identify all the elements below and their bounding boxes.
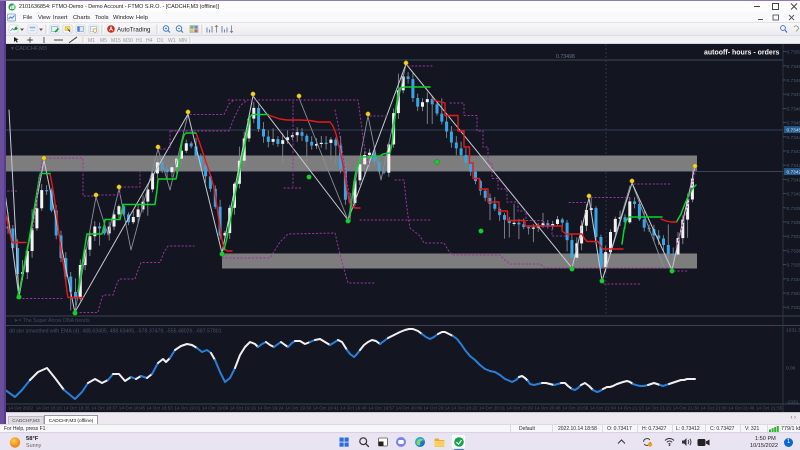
svg-text:14 Oct 21:30: 14 Oct 21:30	[673, 406, 700, 411]
svg-text:14 Oct 19:57: 14 Oct 19:57	[368, 406, 395, 411]
svg-text:autooff- hours - orders: autooff- hours - orders	[704, 50, 780, 57]
svg-text:14 Oct 2022: 14 Oct 2022	[8, 406, 33, 411]
svg-text:0.73498: 0.73498	[556, 54, 575, 60]
svg-text:14 Oct 21:21: 14 Oct 21:21	[645, 406, 672, 411]
svg-text:14 Oct 20:31: 14 Oct 20:31	[479, 406, 506, 411]
svg-text:0.73455: 0.73455	[787, 121, 800, 127]
svg-text:14 Oct 19:41: 14 Oct 19:41	[313, 406, 340, 411]
svg-text:14 Oct 18:53: 14 Oct 18:53	[147, 406, 174, 411]
svg-text:14 Oct 19:01: 14 Oct 19:01	[174, 406, 201, 411]
svg-text:0.73385: 0.73385	[787, 220, 800, 226]
svg-text:0.73325: 0.73325	[787, 305, 800, 311]
svg-text:0.73415: 0.73415	[787, 177, 800, 183]
svg-text:0.73435: 0.73435	[787, 149, 800, 155]
svg-text:14 Oct 21:13: 14 Oct 21:13	[617, 406, 644, 411]
svg-text:14 Oct 19:48: 14 Oct 19:48	[340, 406, 367, 411]
svg-text:0.73445: 0.73445	[787, 135, 800, 141]
svg-text:0.73355: 0.73355	[787, 263, 800, 269]
svg-text:0.73405: 0.73405	[787, 192, 800, 198]
svg-text:dd slvr smoothed with EMA (4):: dd slvr smoothed with EMA (4): 488.63405…	[9, 329, 222, 335]
svg-text:14 Oct 20:48: 14 Oct 20:48	[534, 406, 561, 411]
svg-text:14 Oct 20:14: 14 Oct 20:14	[424, 406, 451, 411]
svg-text:14 Oct 19:09: 14 Oct 19:09	[202, 406, 229, 411]
svg-text:0.73465: 0.73465	[787, 106, 800, 112]
svg-text:➤× The Super Arrow DNA trends: ➤× The Super Arrow DNA trends	[14, 318, 90, 324]
svg-text:0.73345: 0.73345	[787, 277, 800, 283]
svg-text:0.73395: 0.73395	[787, 206, 800, 212]
svg-text:14 Oct 21:38: 14 Oct 21:38	[701, 406, 728, 411]
svg-text:0.73365: 0.73365	[787, 248, 800, 254]
svg-text:0.73485: 0.73485	[787, 78, 800, 84]
svg-text:1331.32: 1331.32	[786, 328, 800, 334]
svg-text:14 Oct 21:55: 14 Oct 21:55	[756, 406, 783, 411]
svg-text:14 Oct 18:37: 14 Oct 18:37	[91, 406, 118, 411]
svg-text:0.73505: 0.73505	[787, 50, 800, 56]
svg-text:0.00: 0.00	[786, 366, 796, 372]
svg-text:0.73375: 0.73375	[787, 234, 800, 240]
svg-text:14 Oct 20:39: 14 Oct 20:39	[507, 406, 534, 411]
svg-text:14 Oct 18:26: 14 Oct 18:26	[63, 406, 90, 411]
svg-text:14 Oct 19:24: 14 Oct 19:24	[257, 406, 284, 411]
svg-text:14 Oct 20:22: 14 Oct 20:22	[451, 406, 478, 411]
svg-text:14 Oct 20:56: 14 Oct 20:56	[562, 406, 589, 411]
svg-text:0.73335: 0.73335	[787, 291, 800, 297]
svg-text:0.73495: 0.73495	[787, 64, 800, 70]
svg-text:14 Oct 21:46: 14 Oct 21:46	[728, 406, 755, 411]
svg-text:0.73475: 0.73475	[787, 92, 800, 98]
svg-text:14 Oct 18:45: 14 Oct 18:45	[119, 406, 146, 411]
svg-text:14 Oct 21:04: 14 Oct 21:04	[590, 406, 617, 411]
svg-text:14 Oct 20:06: 14 Oct 20:06	[396, 406, 423, 411]
svg-text:▾ CADCHF,M3: ▾ CADCHF,M3	[11, 46, 47, 52]
svg-text:14 Oct 18:20: 14 Oct 18:20	[36, 406, 63, 411]
svg-text:AutoTrading: AutoTrading	[117, 26, 151, 33]
svg-text:-1331.87: -1331.87	[786, 400, 800, 406]
svg-text:14 Oct 19:33: 14 Oct 19:33	[285, 406, 312, 411]
svg-text:0.73420: 0.73420	[787, 170, 800, 176]
svg-text:14 Oct 19:16: 14 Oct 19:16	[230, 406, 257, 411]
svg-text:0.73450: 0.73450	[787, 128, 800, 134]
